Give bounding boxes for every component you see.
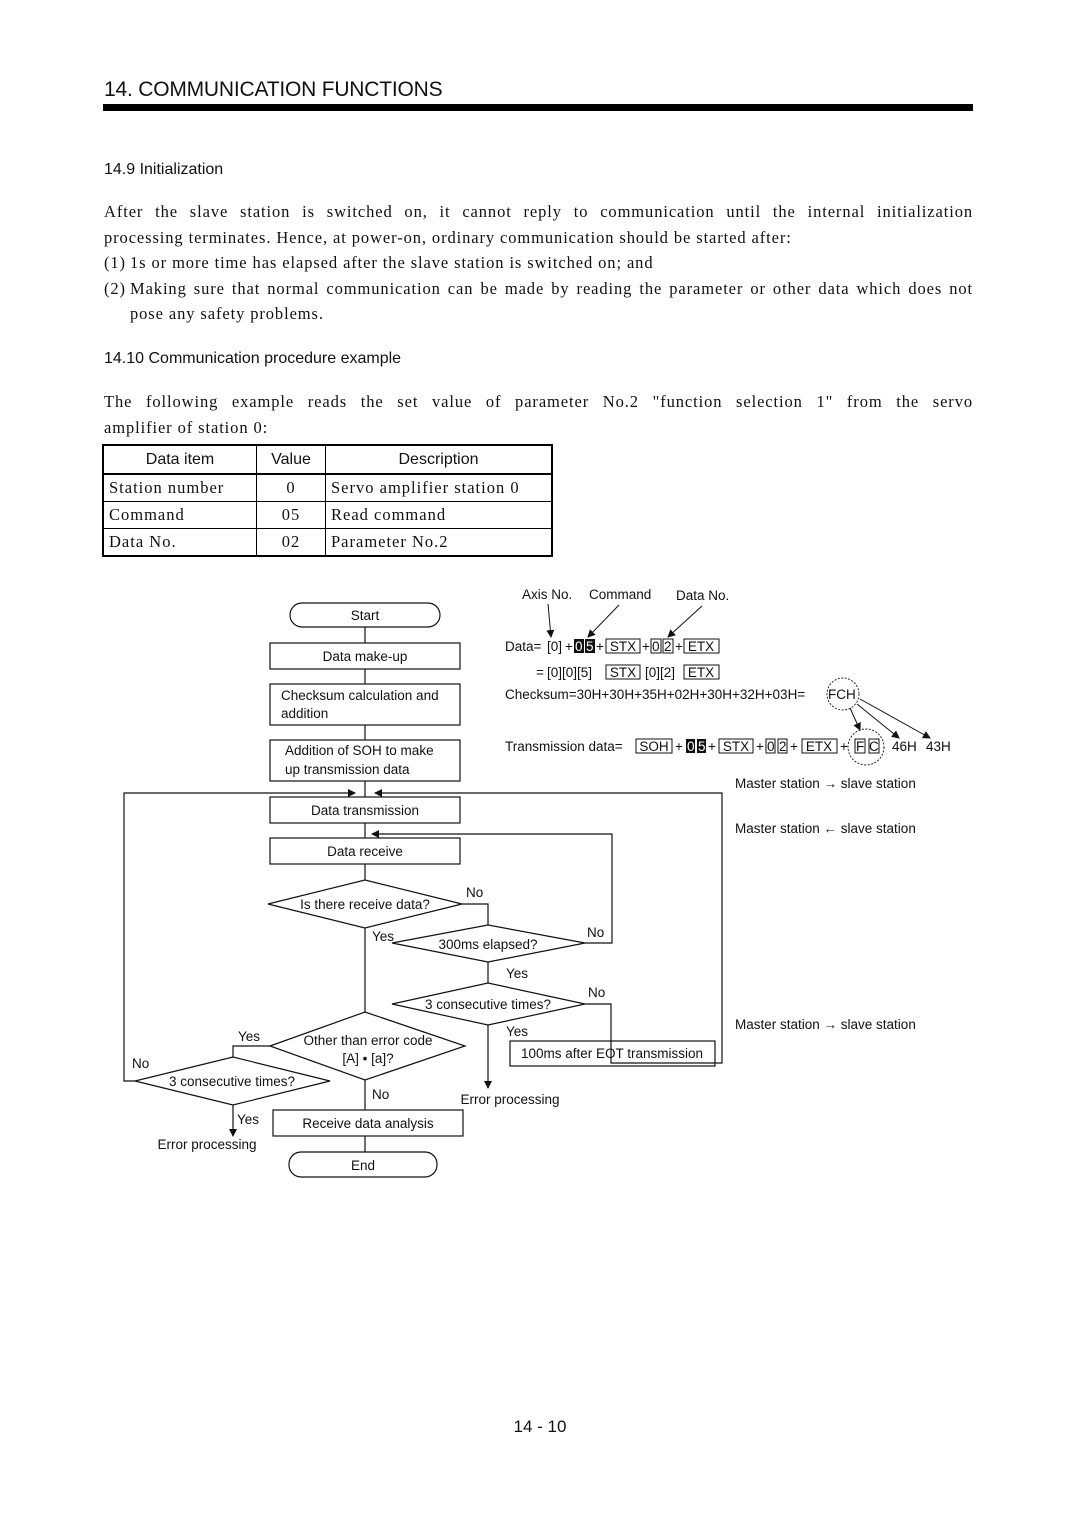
stx: STX [610, 639, 636, 654]
cmd-digit: 0 [575, 639, 583, 654]
data-axis: [0] [547, 639, 562, 654]
pointer-arrow [667, 605, 703, 638]
direction-note: Master station → slave station [735, 1017, 916, 1032]
cmd-digit: 5 [698, 739, 706, 754]
checksum-label: addition [281, 706, 328, 721]
decision-label: 300ms elapsed? [438, 937, 537, 952]
etx: ETX [688, 639, 714, 654]
pointer-arrow [587, 604, 620, 638]
yes-label: Yes [506, 1024, 528, 1039]
plus: + [642, 639, 650, 654]
data-frame-diagram: Axis No. Command Data No. Data= [0] + 0 … [505, 587, 951, 766]
receive-analysis-label: Receive data analysis [302, 1116, 434, 1131]
direction-note: Master station → slave station [735, 776, 916, 791]
plus: + [756, 739, 764, 754]
end-label: End [351, 1158, 375, 1173]
data-transmission-label: Data transmission [311, 803, 419, 818]
plus: + [565, 639, 573, 654]
plus: + [708, 739, 716, 754]
decision-label: [A] • [a]? [342, 1051, 393, 1066]
data-digit: 0 [767, 739, 775, 754]
etx: ETX [688, 665, 714, 680]
checksum-label: Checksum calculation and [281, 688, 439, 703]
pointer-arrow [849, 707, 861, 731]
equals: = [536, 665, 544, 680]
checksum-digit: C [869, 739, 879, 754]
connector-line [462, 903, 489, 925]
expanded-axis-cmd: [0][0][5] [547, 665, 592, 680]
hex-value: 43H [926, 739, 951, 754]
decision-label: Is there receive data? [300, 897, 430, 912]
no-label: No [132, 1056, 149, 1071]
data-digit: 2 [664, 639, 672, 654]
plus: + [675, 639, 683, 654]
soh-label: up transmission data [285, 762, 410, 777]
no-label: No [466, 885, 483, 900]
yes-label: Yes [506, 966, 528, 981]
connector-line [585, 1003, 612, 1043]
decision-label: 3 consecutive times? [169, 1074, 295, 1089]
plus: + [840, 739, 848, 754]
checksum-digit: F [856, 739, 864, 754]
plus: + [675, 739, 683, 754]
data-makeup-label: Data make-up [323, 649, 408, 664]
checksum-formula: Checksum=30H+30H+35H+02H+30H+32H+03H= [505, 687, 805, 702]
soh-label: Addition of SOH to make [285, 743, 434, 758]
decision-label: Other than error code [303, 1033, 432, 1048]
yes-label: Yes [372, 929, 394, 944]
cmd-digit: 0 [687, 739, 695, 754]
error-processing-label: Error processing [157, 1137, 256, 1152]
data-no-label: Data No. [676, 588, 729, 603]
eot-label: 100ms after EOT transmission [521, 1046, 703, 1061]
no-label: No [588, 985, 605, 1000]
stx: STX [723, 739, 749, 754]
soh: SOH [639, 739, 668, 754]
page-number: 14 - 10 [513, 1417, 567, 1436]
receive-loop [371, 830, 613, 944]
yes-label: Yes [238, 1029, 260, 1044]
command-label: Command [589, 587, 651, 602]
hex-value: 46H [892, 739, 917, 754]
transmission-prefix: Transmission data= [505, 739, 623, 754]
start-label: Start [351, 608, 380, 623]
checksum-value: FCH [828, 687, 856, 702]
cmd-digit: 5 [586, 639, 594, 654]
axis-no-label: Axis No. [522, 587, 572, 602]
pointer-arrow [546, 603, 555, 638]
decision-label: 3 consecutive times? [425, 997, 551, 1012]
expanded-data: [0][2] [645, 665, 675, 680]
stx: STX [610, 665, 636, 680]
yes-label: Yes [237, 1112, 259, 1127]
data-prefix: Data= [505, 639, 542, 654]
pointer-arrow [859, 698, 931, 739]
plus: + [790, 739, 798, 754]
no-label: No [587, 925, 604, 940]
data-digit: 0 [652, 639, 660, 654]
data-receive-label: Data receive [327, 844, 403, 859]
no-label: No [372, 1087, 389, 1102]
plus: + [596, 639, 604, 654]
data-digit: 2 [779, 739, 787, 754]
etx: ETX [806, 739, 832, 754]
error-processing-label: Error processing [460, 1092, 559, 1107]
communication-flowchart: Start Data make-up Checksum calculation … [123, 587, 951, 1178]
direction-note: Master station ← slave station [735, 821, 916, 836]
connector-line [232, 1045, 270, 1057]
